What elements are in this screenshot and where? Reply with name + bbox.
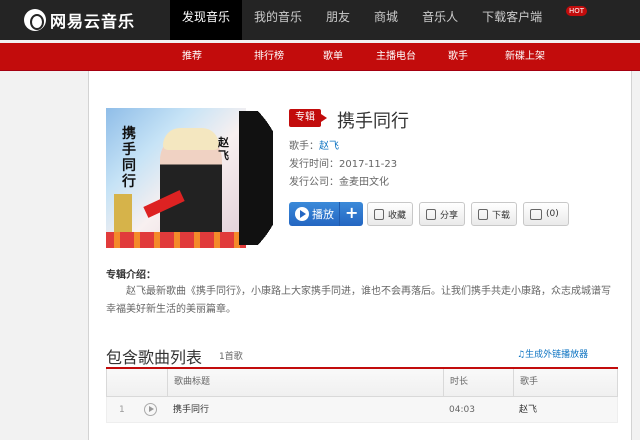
add-to-playlist-button[interactable]: + — [345, 203, 358, 222]
row-index: 1 — [119, 405, 125, 415]
album-cover[interactable]: 携手同行 赵飞 — [106, 108, 246, 248]
table-row[interactable]: 1 携手同行 04:03 赵飞 — [106, 397, 618, 423]
release-date-label: 发行时间： — [289, 159, 339, 170]
song-list-heading: 包含歌曲列表 — [106, 348, 203, 367]
cover-title-calligraphy: 携手同行 — [122, 126, 136, 190]
share-icon — [426, 208, 436, 220]
brand-name: 网易云音乐 — [50, 12, 136, 31]
download-button[interactable]: 下载 — [471, 202, 517, 226]
column-duration: 时长 — [443, 369, 513, 396]
play-button[interactable]: 播放 + — [289, 202, 363, 226]
download-label: 下载 — [491, 210, 510, 221]
release-date-line: 发行时间：2017-11-23 — [289, 155, 397, 170]
sub-nav: 推荐 排行榜 歌单 主播电台 歌手 新碟上架 — [182, 43, 555, 71]
row-duration: 04:03 — [449, 405, 475, 415]
company-value: 金麦田文化 — [339, 177, 389, 188]
subnav-playlists[interactable]: 歌单 — [323, 43, 353, 71]
share-button[interactable]: 分享 — [419, 202, 465, 226]
logo[interactable]: 网易云音乐 — [24, 7, 135, 33]
external-player-label: 生成外链播放器 — [525, 350, 589, 360]
intro-heading: 专辑介绍： — [106, 270, 156, 281]
release-date-value: 2017-11-23 — [339, 159, 398, 170]
nav-musician[interactable]: 音乐人 — [410, 0, 470, 40]
collect-button[interactable]: 收藏 — [367, 202, 413, 226]
play-divider — [339, 202, 340, 226]
artist-line: 歌手：赵飞 — [289, 137, 339, 152]
vinyl-disc-icon — [239, 111, 273, 245]
song-table-header: 歌曲标题 时长 歌手 — [106, 369, 618, 397]
subnav-new-albums[interactable]: 新碟上架 — [505, 43, 555, 71]
nav-friends[interactable]: 朋友 — [314, 0, 362, 40]
album-tag: 专辑 — [289, 109, 327, 127]
row-artist-link[interactable]: 赵飞 — [519, 405, 537, 415]
row-artist: 赵飞 — [519, 397, 537, 423]
subnav-recommend[interactable]: 推荐 — [182, 43, 220, 71]
main-nav: 发现音乐 我的音乐 朋友 商城 音乐人 下载客户端 — [170, 0, 554, 40]
play-song-icon[interactable] — [144, 403, 157, 416]
row-title: 携手同行 — [173, 397, 209, 423]
comment-count: (0) — [546, 209, 559, 219]
column-artist: 歌手 — [513, 369, 617, 396]
collect-label: 收藏 — [387, 210, 406, 221]
subnav-artists[interactable]: 歌手 — [448, 43, 478, 71]
share-label: 分享 — [439, 210, 458, 221]
top-navigation-bar: 网易云音乐 发现音乐 我的音乐 朋友 商城 音乐人 下载客户端 HOT — [0, 0, 640, 40]
song-count: 1首歌 — [219, 352, 243, 362]
external-player-link[interactable]: ♫生成外链播放器 — [517, 347, 588, 360]
sub-navigation-bar: 推荐 排行榜 歌单 主播电台 歌手 新碟上架 — [0, 43, 640, 71]
column-title: 歌曲标题 — [167, 369, 443, 396]
artist-label: 歌手： — [289, 141, 319, 152]
song-title-link[interactable]: 携手同行 — [173, 405, 209, 415]
collect-icon — [374, 208, 384, 220]
download-icon — [478, 208, 488, 220]
album-page: 携手同行 赵飞 专辑 携手同行 歌手：赵飞 发行时间：2017-11-23 发行… — [88, 71, 632, 440]
artist-link[interactable]: 赵飞 — [319, 141, 339, 152]
play-label: 播放 — [312, 208, 334, 221]
netease-music-logo-icon — [24, 9, 46, 31]
music-note-icon: ♫ — [517, 350, 526, 360]
nav-discover-music[interactable]: 发现音乐 — [170, 0, 243, 40]
subnav-charts[interactable]: 排行榜 — [254, 43, 284, 71]
company-label: 发行公司： — [289, 177, 339, 188]
nav-my-music[interactable]: 我的音乐 — [242, 0, 314, 40]
cover-artist-calligraphy: 赵飞 — [218, 136, 229, 162]
comment-icon — [530, 208, 542, 220]
cover-singer-hair — [163, 128, 219, 150]
nav-store[interactable]: 商城 — [362, 0, 410, 40]
cover-flowers-graphic — [106, 232, 246, 248]
nav-download-client[interactable]: 下载客户端 — [470, 0, 554, 40]
comment-button[interactable]: (0) — [523, 202, 569, 226]
company-line: 发行公司：金麦田文化 — [289, 173, 389, 188]
hot-badge: HOT — [566, 6, 588, 16]
subnav-radio[interactable]: 主播电台 — [376, 43, 416, 71]
album-title: 携手同行 — [337, 111, 409, 132]
intro-text: 赵飞最新歌曲《携手同行》，小康路上大家携手同进，谁也不会再落后。让我们携手共走小… — [106, 286, 611, 315]
play-icon — [295, 207, 309, 221]
